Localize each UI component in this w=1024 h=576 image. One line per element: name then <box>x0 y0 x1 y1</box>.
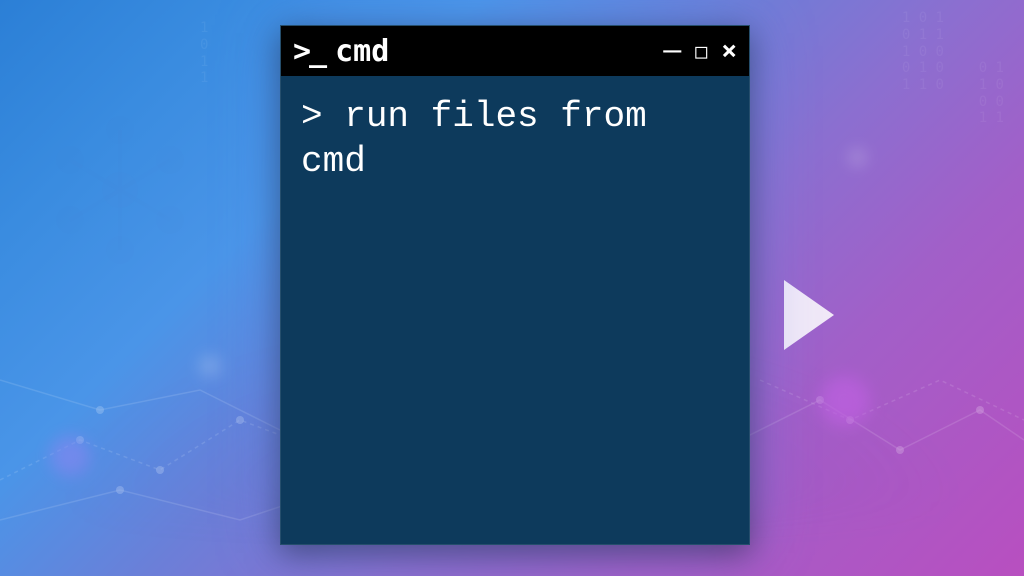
title-bar[interactable]: >_ cmd – □ × <box>281 26 749 76</box>
window-controls: – □ × <box>663 36 737 66</box>
window-title: cmd <box>335 34 653 69</box>
close-button[interactable]: × <box>721 38 737 64</box>
command-text: run files from cmd <box>301 96 668 182</box>
terminal-body[interactable]: > run files from cmd <box>281 76 749 544</box>
terminal-content: > run files from cmd <box>301 94 729 184</box>
maximize-button[interactable]: □ <box>695 41 707 61</box>
minimize-button[interactable]: – <box>663 36 681 66</box>
prompt-symbol: > <box>301 96 323 137</box>
triangle-decoration <box>784 280 844 350</box>
terminal-window: >_ cmd – □ × > run files from cmd <box>280 25 750 545</box>
terminal-icon: >_ <box>293 34 325 69</box>
